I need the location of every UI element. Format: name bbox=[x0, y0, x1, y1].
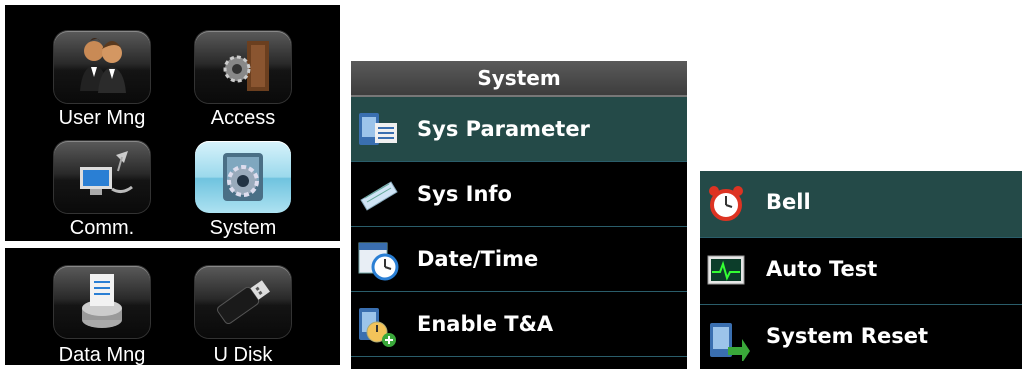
main-menu-grid-bottom: Data Mng U Disk bbox=[5, 248, 340, 366]
database-icon bbox=[82, 274, 122, 328]
tile-u-disk[interactable]: U Disk bbox=[173, 258, 313, 366]
tile-system[interactable]: System bbox=[173, 133, 313, 241]
tile-label: Access bbox=[210, 107, 276, 129]
tile-label: System bbox=[209, 217, 277, 239]
tile-data-mng[interactable]: Data Mng bbox=[32, 258, 172, 366]
menu-item-date-time[interactable]: Date/Time bbox=[351, 227, 687, 292]
alarm-clock-icon bbox=[709, 186, 743, 221]
menu-item-label: Bell bbox=[766, 190, 811, 214]
users-icon bbox=[80, 38, 126, 93]
network-computer-icon bbox=[80, 151, 133, 195]
system-menu: System Sys Parameter Sys Info Date/Time bbox=[351, 61, 687, 369]
system-menu-continued: Bell Auto Test System Reset bbox=[700, 171, 1022, 369]
waveform-monitor-icon bbox=[707, 255, 745, 285]
usb-drive-icon bbox=[217, 280, 270, 325]
enable-ta-icon bbox=[359, 308, 396, 347]
door-gear-icon bbox=[223, 41, 269, 91]
tile-user-mng[interactable]: User Mng bbox=[32, 23, 172, 131]
menu-item-bell[interactable]: Bell bbox=[700, 171, 1022, 238]
menu-item-auto-test[interactable]: Auto Test bbox=[700, 238, 1022, 305]
tile-label: User Mng bbox=[58, 107, 146, 129]
tile-comm[interactable]: Comm. bbox=[32, 133, 172, 241]
menu-item-label: Date/Time bbox=[417, 247, 539, 271]
calendar-clock-icon bbox=[358, 242, 399, 281]
tile-label: Comm. bbox=[69, 217, 135, 239]
tile-label: Data Mng bbox=[58, 344, 146, 366]
menu-item-label: Sys Info bbox=[417, 182, 512, 206]
sys-parameter-icon bbox=[359, 113, 397, 145]
main-menu-grid-top: User Mng Access Comm. System bbox=[5, 5, 340, 241]
menu-item-label: System Reset bbox=[766, 324, 928, 348]
tile-access[interactable]: Access bbox=[173, 23, 313, 131]
menu-item-enable-ta[interactable]: Enable T&A bbox=[351, 292, 687, 357]
sys-info-icon bbox=[360, 181, 398, 211]
menu-item-label: Auto Test bbox=[766, 257, 878, 281]
system-menu-title: System bbox=[351, 61, 687, 97]
menu-item-sys-info[interactable]: Sys Info bbox=[351, 162, 687, 227]
menu-item-label: Enable T&A bbox=[417, 312, 554, 336]
tile-label: U Disk bbox=[213, 344, 273, 366]
menu-item-sys-parameter[interactable]: Sys Parameter bbox=[351, 97, 687, 162]
menu-item-label: Sys Parameter bbox=[417, 117, 590, 141]
system-gear-icon bbox=[223, 153, 263, 201]
system-reset-icon bbox=[710, 323, 750, 361]
menu-item-system-reset[interactable]: System Reset bbox=[700, 305, 1022, 369]
